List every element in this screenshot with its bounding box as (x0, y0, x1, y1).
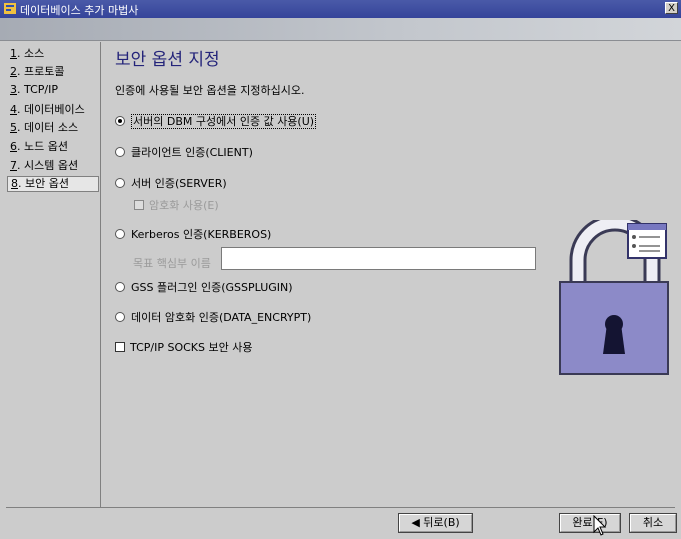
radio-label: Kerberos 인증(KERBEROS) (131, 228, 272, 241)
radio-gss-plugin[interactable]: GSS 플러그인 인증(GSSPLUGIN) (115, 281, 293, 295)
radio-label: GSS 플러그인 인증(GSSPLUGIN) (131, 281, 293, 294)
radio-server-dbm[interactable]: 서버의 DBM 구성에서 인증 값 사용(U) (115, 114, 317, 129)
radio-label: 데이터 암호화 인증(DATA_ENCRYPT) (131, 311, 312, 324)
window-app-icon (4, 3, 16, 14)
radio-kerberos[interactable]: Kerberos 인증(KERBEROS) (115, 228, 271, 242)
checkbox-socks[interactable]: TCP/IP SOCKS 보안 사용 (115, 341, 252, 355)
radio-label: 서버 인증(SERVER) (131, 177, 227, 190)
page-description: 인증에 사용될 보안 옵션을 지정하십시오. (115, 84, 305, 97)
checkbox-indicator[interactable] (115, 342, 125, 352)
target-principal-input[interactable] (221, 247, 536, 270)
radio-indicator[interactable] (115, 147, 125, 157)
window-title: 데이터베이스 추가 마법사 (20, 4, 139, 17)
sidebar-item-security-options[interactable]: 8. 보안 옵션 (7, 176, 99, 192)
page-title: 보안 옵션 지정 (115, 50, 220, 70)
cancel-button[interactable]: 취소 (629, 513, 677, 533)
target-principal-label: 목표 핵심부 이름 (133, 257, 211, 270)
radio-indicator[interactable] (115, 229, 125, 239)
checkbox-encryption[interactable]: 암호화 사용(E) (134, 199, 219, 213)
mouse-pointer-icon (593, 515, 607, 536)
finish-button[interactable]: 완료(F) (559, 513, 621, 533)
sidebar-item-protocol[interactable]: 2. 프로토콜 (7, 64, 99, 79)
back-button[interactable]: ◀ 뒤로(B) (398, 513, 473, 533)
radio-label: 클라이언트 인증(CLIENT) (131, 146, 253, 159)
sidebar-item-node-options[interactable]: 6. 노드 옵션 (7, 139, 99, 154)
footer-separator (6, 507, 675, 508)
radio-indicator[interactable] (115, 312, 125, 322)
checkbox-label: 암호화 사용(E) (149, 199, 219, 212)
radio-indicator[interactable] (115, 116, 125, 126)
radio-indicator[interactable] (115, 282, 125, 292)
sidebar-item-source[interactable]: 1. 소스 (7, 46, 99, 61)
header-banner (0, 18, 681, 41)
radio-client[interactable]: 클라이언트 인증(CLIENT) (115, 146, 253, 160)
checkbox-indicator[interactable] (134, 200, 144, 210)
padlock-icon (559, 220, 669, 375)
window-titlebar[interactable]: 데이터베이스 추가 마법사 X (0, 0, 681, 18)
wizard-step-list: 1. 소스 2. 프로토콜 3. TCP/IP 4. 데이터베이스 5. 데이터… (6, 42, 101, 507)
close-button[interactable]: X (665, 2, 678, 14)
radio-server[interactable]: 서버 인증(SERVER) (115, 177, 227, 191)
radio-label: 서버의 DBM 구성에서 인증 값 사용(U) (131, 114, 317, 129)
sidebar-item-tcpip[interactable]: 3. TCP/IP (7, 82, 99, 97)
radio-data-encrypt[interactable]: 데이터 암호화 인증(DATA_ENCRYPT) (115, 311, 311, 325)
sidebar-item-data-source[interactable]: 5. 데이터 소스 (7, 120, 99, 135)
sidebar-item-system-options[interactable]: 7. 시스템 옵션 (7, 158, 99, 173)
radio-indicator[interactable] (115, 178, 125, 188)
checkbox-label: TCP/IP SOCKS 보안 사용 (130, 341, 253, 354)
sidebar-item-database[interactable]: 4. 데이터베이스 (7, 102, 99, 117)
